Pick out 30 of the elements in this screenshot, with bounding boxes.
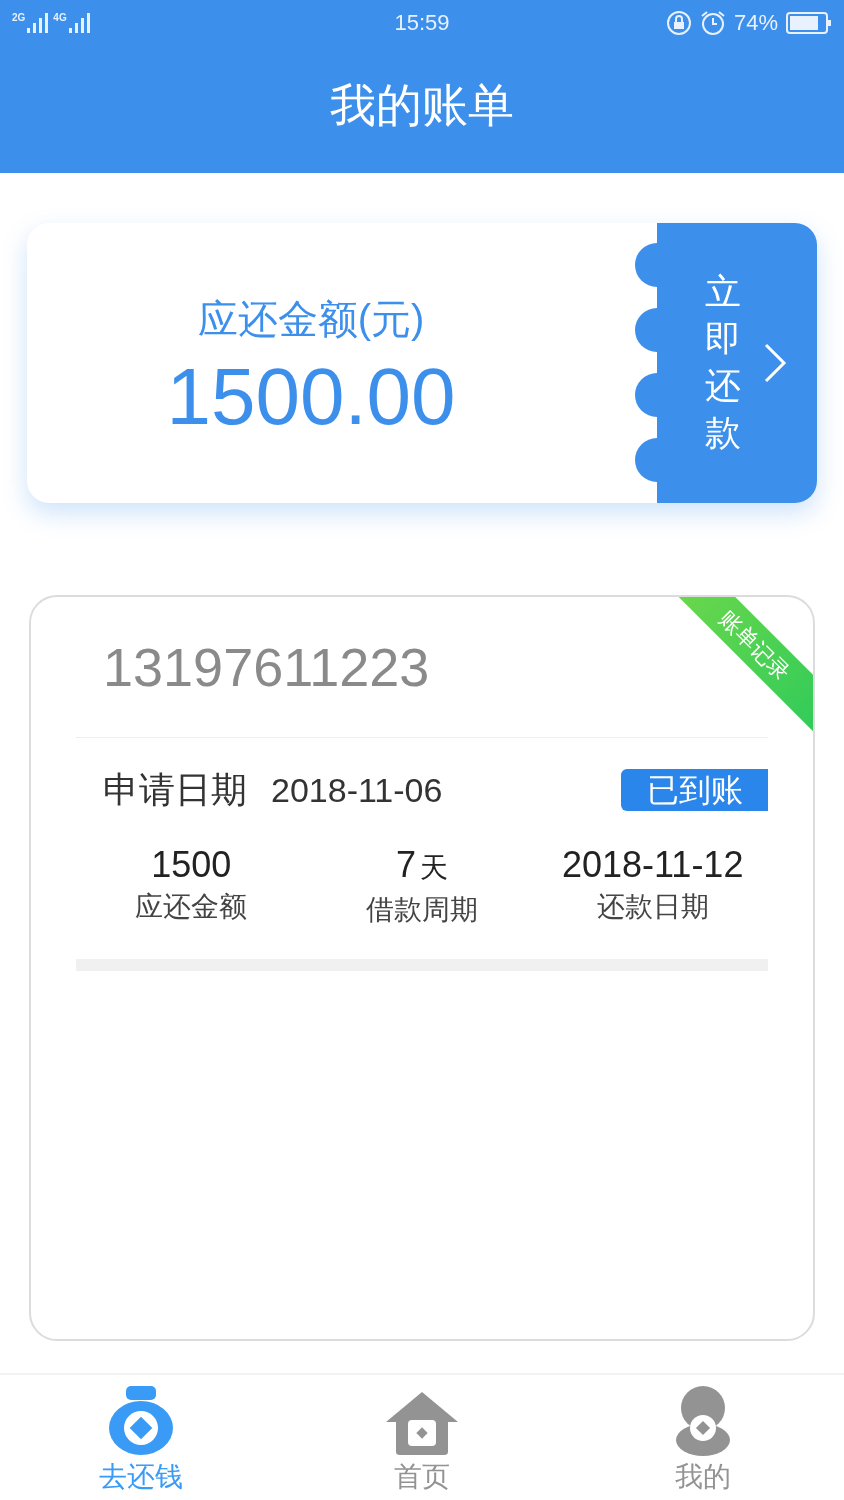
signal-icon	[68, 12, 91, 33]
clock-time: 15:59	[393, 9, 451, 37]
apply-date: 2018-11-06	[271, 769, 443, 811]
stat-value: 7 天	[396, 843, 448, 887]
nav-tab[interactable]: 首页	[281, 1375, 563, 1500]
status-tag: 已到账	[621, 769, 768, 811]
repay-now-button[interactable]: 立即还款	[635, 223, 817, 503]
rotation-lock-icon	[665, 9, 692, 36]
money-bag-icon	[107, 1386, 174, 1456]
stat-value: 1500	[151, 843, 232, 887]
page-title: 我的账单	[330, 77, 514, 133]
network-label: 2G	[12, 12, 26, 23]
phone-number: 13197611223	[103, 635, 430, 699]
stat-label: 应还金额	[135, 890, 248, 924]
nav-tab[interactable]: 我的	[562, 1375, 844, 1500]
stat-label: 还款日期	[596, 890, 709, 924]
nav-tab[interactable]: 去还钱	[0, 1375, 282, 1500]
alarm-icon	[699, 9, 726, 36]
date-label: 申请日期	[103, 768, 247, 812]
amount-label: 应还金额(元)	[197, 296, 425, 343]
battery-icon	[786, 11, 832, 34]
battery-percent: 74%	[733, 9, 778, 37]
amount-value: 1500.00	[166, 357, 456, 437]
chevron-right-icon	[763, 342, 787, 384]
stat-value: 2018-11-12	[561, 843, 744, 887]
home-icon	[384, 1390, 460, 1456]
user-icon	[675, 1386, 732, 1456]
network-label: 4G	[53, 12, 67, 23]
stat-label: 借款周期	[366, 893, 478, 927]
signal-icon	[27, 12, 50, 33]
